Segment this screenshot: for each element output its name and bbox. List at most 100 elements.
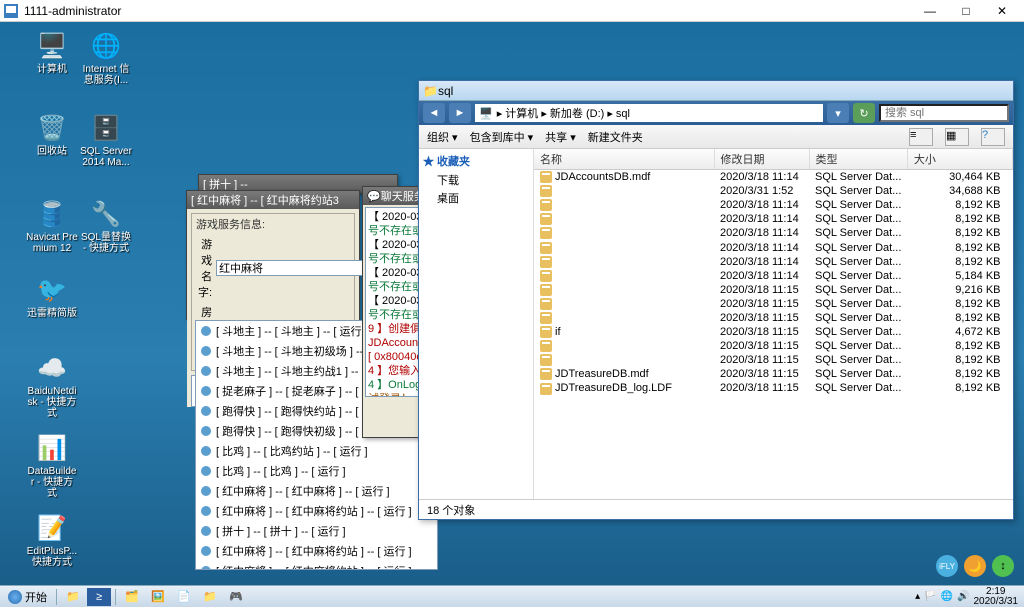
game-name-input[interactable] [216, 260, 364, 276]
nav-go[interactable]: ↻ [853, 103, 875, 123]
net-widget[interactable]: ↕ [992, 555, 1014, 577]
game-list-item[interactable]: [ 红中麻将 ] -- [ 红中麻将约站 ] -- [ 运行 ] [196, 561, 437, 570]
desktop-icon-recycle[interactable]: 🗑️回收站 [26, 112, 78, 157]
tree-downloads[interactable]: 下载 [423, 171, 529, 189]
game-list-item[interactable]: [ 红中麻将 ] -- [ 红中麻将约站 ] -- [ 运行 ] [196, 501, 437, 521]
remote-desktop[interactable]: 🖥️计算机🌐Internet 信息服务(I...🗑️回收站🗄️SQL Serve… [0, 22, 1024, 585]
nav-dropdown[interactable]: ▾ [827, 103, 849, 123]
db-file-icon [540, 256, 552, 268]
game-icon [200, 405, 212, 417]
game-list-item[interactable]: [ 红中麻将 ] -- [ 红中麻将约站 ] -- [ 运行 ] [196, 541, 437, 561]
explorer-titlebar[interactable]: 📁 sql [419, 81, 1013, 101]
file-row[interactable]: 2020/3/18 11:14SQL Server Dat...8,192 KB [534, 240, 1013, 254]
game-list-item[interactable]: [ 比鸡 ] -- [ 比鸡 ] -- [ 运行 ] [196, 461, 437, 481]
editplus-icon: 📝 [36, 512, 68, 544]
rdp-close[interactable]: ✕ [984, 1, 1020, 21]
tray-vol-icon[interactable]: 🔊 [957, 591, 969, 602]
file-row[interactable]: JDAccountsDB.mdf2020/3/18 11:14SQL Serve… [534, 170, 1013, 185]
address-bar[interactable]: 🖥️ ▸ 计算机 ▸ 新加卷 (D:) ▸ sql [475, 104, 823, 122]
rdp-titlebar: 1111-administrator — □ ✕ [0, 0, 1024, 22]
desktop-icon-computer[interactable]: 🖥️计算机 [26, 30, 78, 75]
help-btn[interactable]: ? [981, 128, 1005, 146]
tray-net-icon[interactable]: 🌐 [941, 591, 953, 602]
desktop-icon-sqlserver[interactable]: 🗄️SQL Server 2014 Ma... [80, 112, 132, 168]
view-btn-1[interactable]: ≡ [909, 128, 933, 146]
explorer-filelist[interactable]: 名称 修改日期 类型 大小 JDAccountsDB.mdf2020/3/18 … [534, 149, 1013, 499]
toolbar-organize[interactable]: 组织 ▾ [427, 129, 458, 145]
ql-explorer[interactable]: 📁 [61, 588, 85, 606]
game-list-item[interactable]: [ 红中麻将 ] -- [ 红中麻将 ] -- [ 运行 ] [196, 481, 437, 501]
file-row[interactable]: 2020/3/18 11:15SQL Server Dat...9,216 KB [534, 283, 1013, 297]
tray-clock[interactable]: 2:19 2020/3/31 [974, 587, 1019, 607]
desktop-icon-xunlei[interactable]: 🐦迅雷精简版 [26, 274, 78, 319]
taskbar: 开始 📁 ≥ 🗂️ 🖼️ 📄 📁 🎮 ▴ 🏳️ 🌐 🔊 2:19 2020/3/… [0, 585, 1024, 607]
explorer-status: 18 个对象 [419, 499, 1013, 519]
file-row[interactable]: 2020/3/18 11:14SQL Server Dat...8,192 KB [534, 212, 1013, 226]
file-row[interactable]: 2020/3/31 1:52SQL Server Dat...34,688 KB [534, 184, 1013, 198]
system-tray[interactable]: ▴ 🏳️ 🌐 🔊 2:19 2020/3/31 [911, 587, 1022, 607]
game-icon [200, 345, 212, 357]
ifly-widget[interactable]: iFLY [936, 555, 958, 577]
desktop-icon-editplus[interactable]: 📝EditPlusP... 快捷方式 [26, 512, 78, 568]
col-size[interactable]: 大小 [907, 149, 1012, 170]
task-item-1[interactable]: 🗂️ [120, 588, 144, 606]
start-button[interactable]: 开始 [2, 588, 53, 606]
desktop-icon-iis[interactable]: 🌐Internet 信息服务(I... [80, 30, 132, 86]
task-item-3[interactable]: 📄 [172, 588, 196, 606]
desktop-icon-navicat[interactable]: 🛢️Navicat Premium 12 [26, 198, 78, 254]
file-row[interactable]: 2020/3/18 11:15SQL Server Dat...8,192 KB [534, 297, 1013, 311]
rdp-title: 1111-administrator [24, 4, 912, 18]
task-item-4[interactable]: 📁 [198, 588, 222, 606]
explorer-search[interactable] [879, 104, 1009, 122]
col-name[interactable]: 名称 [534, 149, 714, 170]
task-item-5[interactable]: 🎮 [224, 588, 248, 606]
hz-legend: 游戏服务信息: [192, 214, 354, 234]
tree-desktop[interactable]: 桌面 [423, 189, 529, 207]
computer-icon: 🖥️ [36, 30, 68, 62]
view-btn-2[interactable]: ▦ [945, 128, 969, 146]
hz-titlebar[interactable]: [ 红中麻将 ] -- [ 红中麻将约站3 [187, 191, 359, 209]
file-row[interactable]: 2020/3/18 11:15SQL Server Dat...8,192 KB [534, 353, 1013, 367]
file-row[interactable]: 2020/3/18 11:14SQL Server Dat...5,184 KB [534, 269, 1013, 283]
tray-up-icon[interactable]: ▴ [915, 591, 920, 602]
chat-icon: 💬 [367, 190, 381, 203]
ql-ps[interactable]: ≥ [87, 588, 111, 606]
game-icon [200, 465, 212, 477]
rdp-maximize[interactable]: □ [948, 1, 984, 21]
file-row[interactable]: 2020/3/18 11:15SQL Server Dat...8,192 KB [534, 339, 1013, 353]
toolbar-include[interactable]: 包含到库中 ▾ [470, 129, 534, 145]
file-row[interactable]: JDTreasureDB.mdf2020/3/18 11:15SQL Serve… [534, 367, 1013, 381]
explorer-tree[interactable]: ★ 收藏夹 下载 桌面 [419, 149, 534, 499]
desktop-icon-baidu[interactable]: ☁️BaiduNetdisk - 快捷方式 [26, 352, 78, 419]
file-row[interactable]: 2020/3/18 11:14SQL Server Dat...8,192 KB [534, 226, 1013, 240]
toolbar-newfolder[interactable]: 新建文件夹 [588, 129, 643, 145]
tray-flag-icon[interactable]: 🏳️ [924, 591, 936, 602]
explorer-window[interactable]: 📁 sql ◄ ► 🖥️ ▸ 计算机 ▸ 新加卷 (D:) ▸ sql ▾ ↻ … [418, 80, 1014, 520]
computer-icon: 🖥️ [479, 107, 493, 120]
col-type[interactable]: 类型 [809, 149, 907, 170]
file-row[interactable]: JDTreasureDB_log.LDF2020/3/18 11:15SQL S… [534, 381, 1013, 395]
file-row[interactable]: if2020/3/18 11:15SQL Server Dat...4,672 … [534, 325, 1013, 339]
game-name-label: 游戏名字: [198, 236, 212, 300]
toolbar-share[interactable]: 共享 ▾ [545, 129, 576, 145]
nav-back[interactable]: ◄ [423, 103, 445, 123]
file-row[interactable]: 2020/3/18 11:14SQL Server Dat...8,192 KB [534, 255, 1013, 269]
db-file-icon [540, 270, 552, 282]
game-list-item[interactable]: [ 拼十 ] -- [ 拼十 ] -- [ 运行 ] [196, 521, 437, 541]
task-item-2[interactable]: 🖼️ [146, 588, 170, 606]
sqlrepl-icon: 🔧 [90, 198, 122, 230]
file-row[interactable]: 2020/3/18 11:14SQL Server Dat...8,192 KB [534, 198, 1013, 212]
file-row[interactable]: 2020/3/18 11:15SQL Server Dat...8,192 KB [534, 311, 1013, 325]
hz-window[interactable]: [ 红中麻将 ] -- [ 红中麻将约站3 游戏服务信息: 游戏名字: 房间名称… [186, 190, 360, 320]
navicat-icon: 🛢️ [36, 198, 68, 230]
game-list-item[interactable]: [ 比鸡 ] -- [ 比鸡约站 ] -- [ 运行 ] [196, 441, 437, 461]
nav-fwd[interactable]: ► [449, 103, 471, 123]
desktop-icon-databuilder[interactable]: 📊DataBuilder - 快捷方式 [26, 432, 78, 499]
db-file-icon [540, 227, 552, 239]
desktop-icon-sqlrepl[interactable]: 🔧SQL量替换 - 快捷方式 [80, 198, 132, 254]
moon-widget[interactable]: 🌙 [964, 555, 986, 577]
col-date[interactable]: 修改日期 [714, 149, 809, 170]
rdp-minimize[interactable]: — [912, 1, 948, 21]
folder-icon: 📁 [423, 84, 438, 98]
favorites-header[interactable]: ★ 收藏夹 [423, 153, 529, 169]
